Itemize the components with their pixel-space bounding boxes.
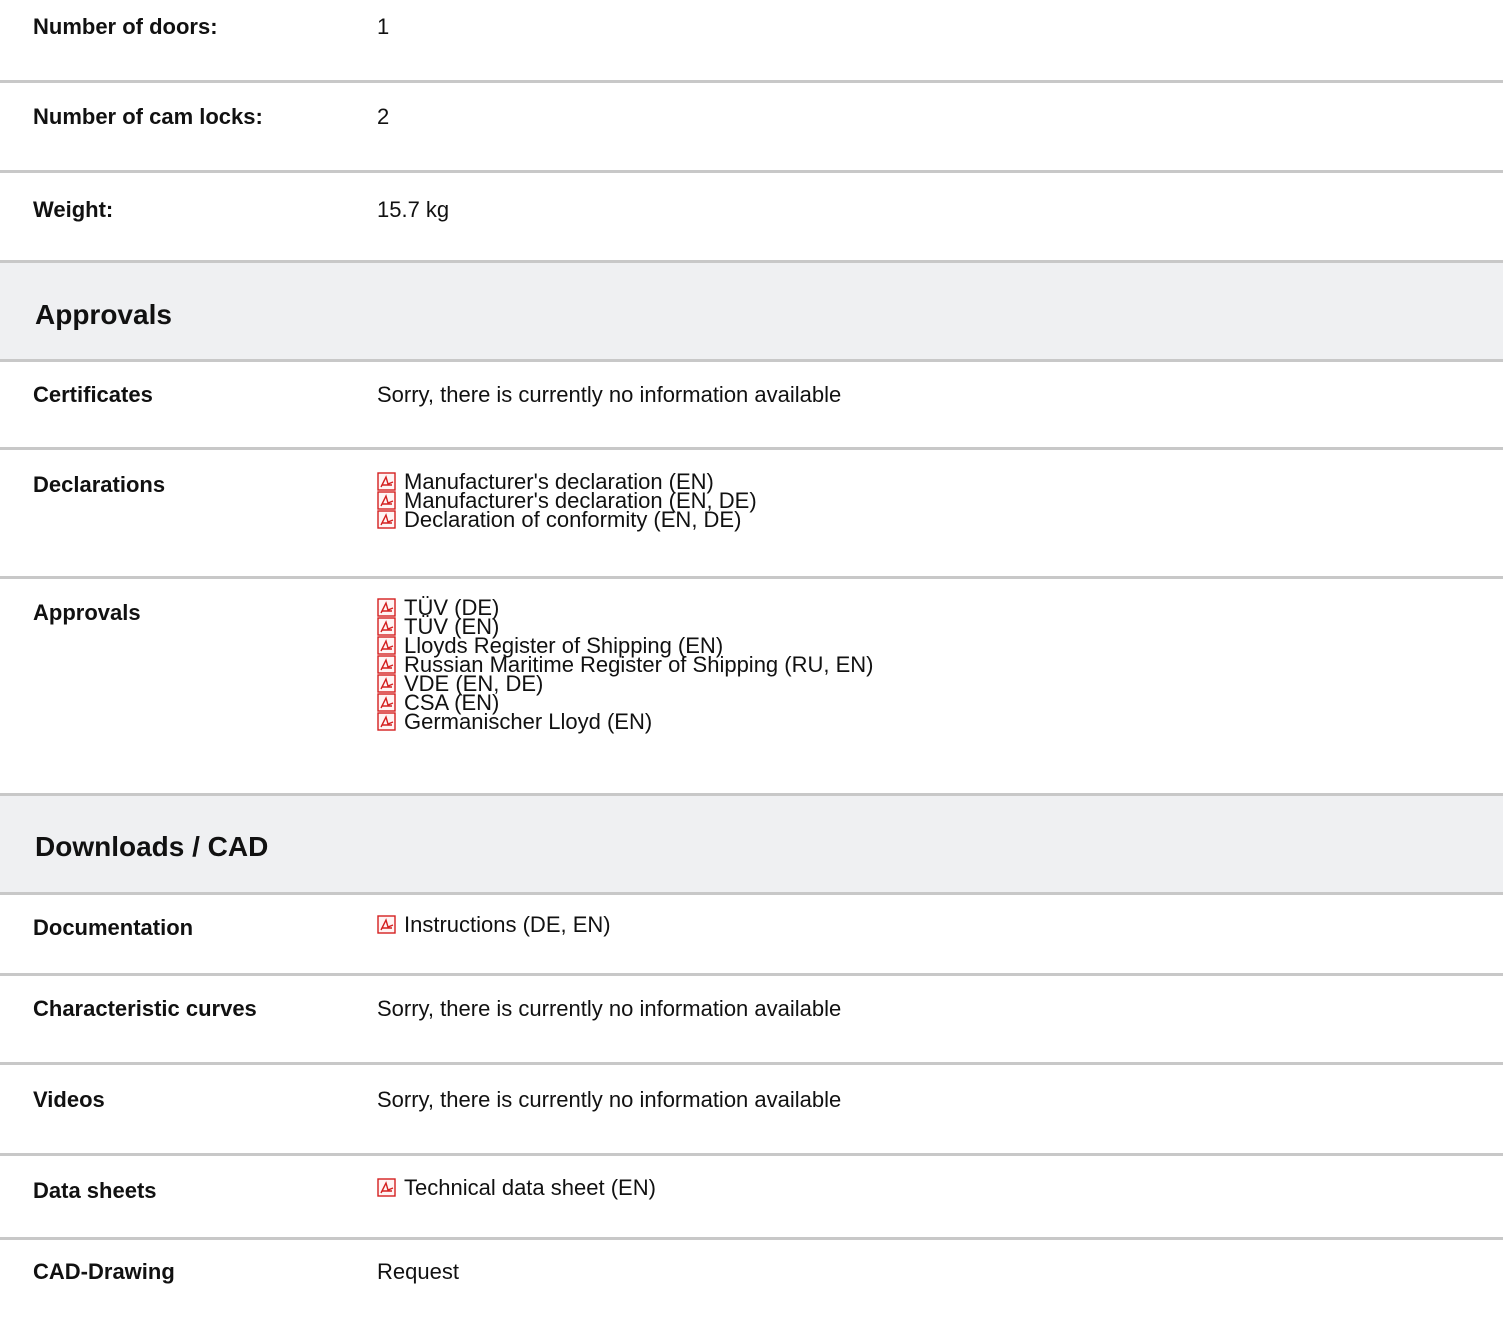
technical-data-sheet-link-text[interactable]: Technical data sheet (EN): [404, 1175, 656, 1200]
technical-data-sheet-link[interactable]: Technical data sheet (EN): [377, 1175, 656, 1201]
approval-link-text[interactable]: Germanischer Lloyd (EN): [404, 709, 652, 734]
label-cad-drawing: CAD-Drawing: [33, 1259, 175, 1284]
label-data-sheets: Data sheets: [33, 1178, 157, 1203]
spec-label-doors: Number of doors:: [33, 14, 218, 39]
row-divider: [0, 1237, 1503, 1240]
section-header-approvals: Approvals: [0, 263, 1503, 359]
spec-value-cam-locks: 2: [377, 104, 390, 129]
label-declarations: Declarations: [33, 472, 166, 497]
label-videos: Videos: [33, 1087, 105, 1112]
pdf-file-icon: [377, 598, 396, 617]
label-approvals: Approvals: [33, 600, 141, 625]
instructions-link[interactable]: Instructions (DE, EN): [377, 912, 611, 938]
section-title-downloads: Downloads / CAD: [35, 831, 269, 862]
value-certificates: Sorry, there is currently no information…: [377, 382, 842, 407]
label-documentation: Documentation: [33, 915, 194, 940]
declaration-link[interactable]: Declaration of conformity (EN, DE): [377, 507, 757, 532]
value-videos: Sorry, there is currently no information…: [377, 1087, 842, 1112]
pdf-file-icon: [377, 636, 396, 655]
pdf-file-icon: [377, 510, 396, 529]
pdf-file-icon: [377, 915, 396, 934]
row-divider: [0, 1153, 1503, 1156]
label-characteristic-curves: Characteristic curves: [33, 996, 257, 1021]
pdf-file-icon: [377, 655, 396, 674]
data-sheets-list: Technical data sheet (EN): [377, 1175, 656, 1201]
row-divider: [0, 170, 1503, 173]
pdf-file-icon: [377, 1178, 396, 1197]
approvals-list: TÜV (DE) TÜV (EN) Lloyds Register of Shi…: [377, 597, 874, 734]
value-characteristic-curves: Sorry, there is currently no information…: [377, 996, 842, 1021]
row-divider: [0, 80, 1503, 83]
cad-request-link[interactable]: Request: [377, 1259, 459, 1285]
documentation-list: Instructions (DE, EN): [377, 912, 611, 938]
row-divider: [0, 576, 1503, 579]
instructions-link-text[interactable]: Instructions (DE, EN): [404, 912, 611, 937]
spec-label-cam-locks: Number of cam locks:: [33, 104, 263, 129]
section-header-downloads: Downloads / CAD: [0, 796, 1503, 892]
pdf-file-icon: [377, 472, 396, 491]
declaration-link-text[interactable]: Declaration of conformity (EN, DE): [404, 507, 741, 532]
row-divider: [0, 1062, 1503, 1065]
pdf-file-icon: [377, 712, 396, 731]
row-divider: [0, 973, 1503, 976]
declarations-list: Manufacturer's declaration (EN) Manufact…: [377, 471, 757, 532]
label-certificates: Certificates: [33, 382, 153, 407]
spec-label-weight: Weight:: [33, 197, 114, 222]
pdf-file-icon: [377, 693, 396, 712]
approval-link[interactable]: Germanischer Lloyd (EN): [377, 709, 874, 734]
row-divider: [0, 359, 1503, 362]
pdf-file-icon: [377, 674, 396, 693]
pdf-file-icon: [377, 617, 396, 636]
section-title-approvals: Approvals: [35, 299, 172, 330]
pdf-file-icon: [377, 491, 396, 510]
row-divider: [0, 447, 1503, 450]
spec-value-weight: 15.7 kg: [377, 197, 450, 222]
spec-value-doors: 1: [377, 14, 390, 39]
row-divider: [0, 892, 1503, 895]
